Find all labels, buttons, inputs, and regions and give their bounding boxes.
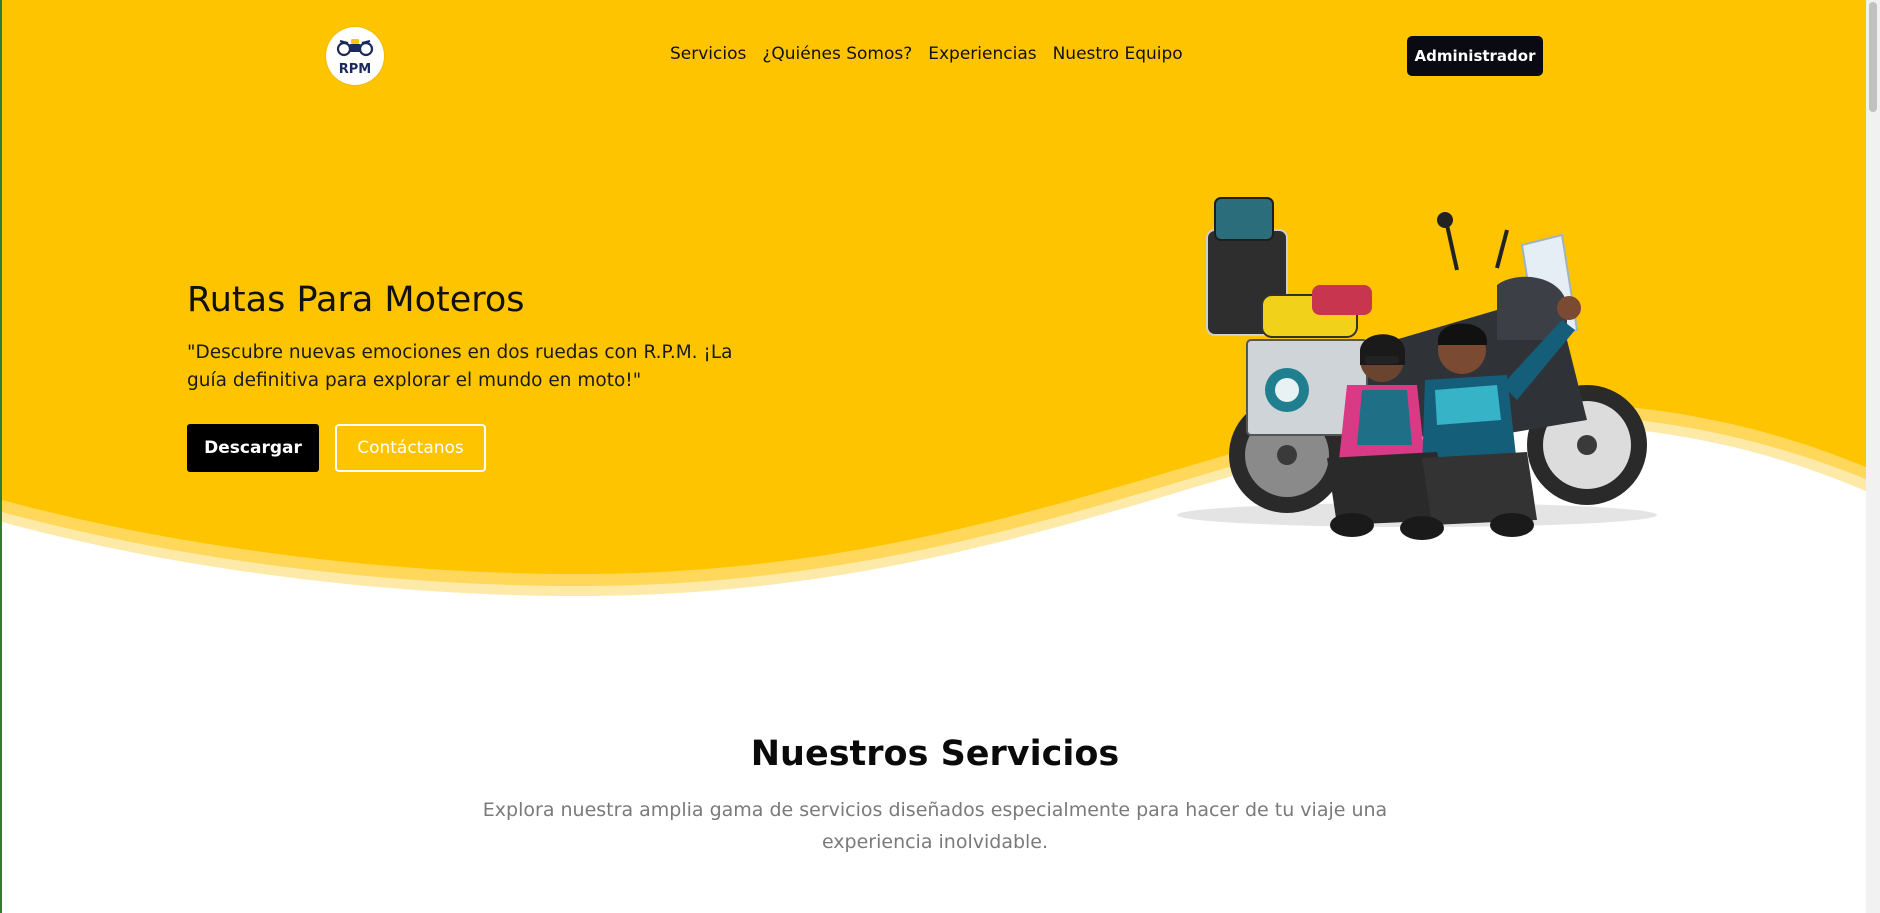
main-nav: Servicios ¿Quiénes Somos? Experiencias N… <box>670 44 1183 64</box>
nav-item-quienes-somos[interactable]: ¿Quiénes Somos? <box>762 44 912 64</box>
nav-item-experiencias[interactable]: Experiencias <box>928 44 1036 64</box>
nav-item-servicios[interactable]: Servicios <box>670 44 746 64</box>
hero-motorcycle-riders-image <box>1177 197 1657 540</box>
admin-button[interactable]: Administrador <box>1407 36 1543 76</box>
nav-item-nuestro-equipo[interactable]: Nuestro Equipo <box>1053 44 1183 64</box>
hero-title: Rutas Para Moteros <box>187 280 525 320</box>
download-button[interactable]: Descargar <box>187 424 319 472</box>
services-subtitle: Explora nuestra amplia gama de servicios… <box>482 799 1388 853</box>
services-title: Nuestros Servicios <box>750 734 1120 774</box>
logo-text: RPM <box>338 62 372 77</box>
contact-button[interactable]: Contáctanos <box>335 424 486 472</box>
landing-page: RPM Servicios ¿Quiénes Somos? Experienci… <box>0 0 1880 913</box>
rpm-logo[interactable]: RPM <box>326 27 384 85</box>
scrollbar-thumb[interactable] <box>1869 2 1877 112</box>
vertical-scrollbar[interactable] <box>1866 0 1880 913</box>
hero-quote: "Descubre nuevas emociones en dos ruedas… <box>187 342 733 391</box>
motorcycle-logo-icon <box>336 39 374 57</box>
